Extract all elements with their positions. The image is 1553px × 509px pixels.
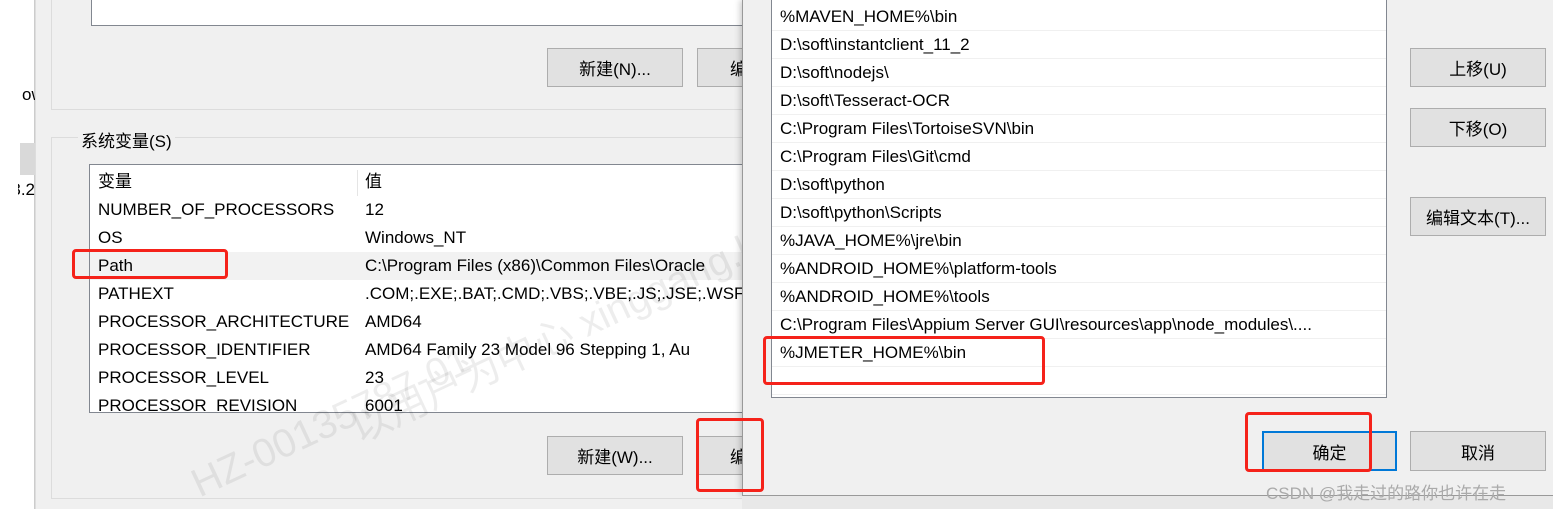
variable-value: Windows_NT xyxy=(365,228,467,247)
variable-name: PROCESSOR_REVISION xyxy=(98,396,298,413)
variable-name: PATHEXT xyxy=(98,284,174,303)
variable-name: OS xyxy=(98,228,123,247)
list-item[interactable]: %JAVA_HOME%\jre\bin xyxy=(772,227,1386,255)
list-item[interactable]: D:\soft\instantclient_11_2 xyxy=(772,31,1386,59)
variable-value: 12 xyxy=(365,200,384,219)
csdn-watermark: CSDN @我走过的路你也许在走 xyxy=(1266,484,1507,503)
system-variables-label: 系统变量(S) xyxy=(78,127,175,152)
list-item[interactable]: %ANDROID_HOME%\platform-tools xyxy=(772,255,1386,283)
list-item[interactable]: C:\Program Files\Appium Server GUI\resou… xyxy=(772,311,1386,339)
list-item[interactable]: %MAVEN_HOME%\bin xyxy=(772,3,1386,31)
edit-environment-variable-dialog: %MAVEN_HOME%\bin D:\soft\instantclient_1… xyxy=(742,0,1553,495)
edit-text-button[interactable]: 编辑文本(T)... xyxy=(1410,197,1546,236)
list-item[interactable]: C:\Program Files\TortoiseSVN\bin xyxy=(772,115,1386,143)
list-item-jmeter[interactable]: %JMETER_HOME%\bin xyxy=(772,339,1386,367)
move-down-button[interactable]: 下移(O) xyxy=(1410,108,1546,147)
table-header: 变量 值 xyxy=(90,168,748,196)
variable-name: Path xyxy=(98,256,133,275)
selected-item xyxy=(20,143,35,175)
truncated-text: 3.2 xyxy=(18,180,35,199)
table-row[interactable]: OS Windows_NT xyxy=(90,224,748,252)
column-divider[interactable] xyxy=(357,170,358,196)
list-item[interactable]: D:\soft\Tesseract-OCR xyxy=(772,87,1386,115)
variable-name: PROCESSOR_ARCHITECTURE xyxy=(98,312,350,331)
variable-value: AMD64 xyxy=(365,312,422,331)
background-window-strip: ow 3.2 xyxy=(0,0,44,509)
column-header-variable[interactable]: 变量 xyxy=(98,168,132,196)
column-header-value[interactable]: 值 xyxy=(365,168,382,196)
list-item[interactable]: D:\soft\python\Scripts xyxy=(772,199,1386,227)
list-item[interactable]: C:\Program Files\Git\cmd xyxy=(772,143,1386,171)
list-item-empty[interactable] xyxy=(772,367,1386,395)
variable-name: PROCESSOR_IDENTIFIER xyxy=(98,340,311,359)
cancel-button[interactable]: 取消 xyxy=(1410,431,1546,471)
variable-name: PROCESSOR_LEVEL xyxy=(98,368,270,387)
ok-button[interactable]: 确定 xyxy=(1262,431,1397,471)
user-new-button[interactable]: 新建(N)... xyxy=(547,48,683,87)
list-item[interactable]: D:\soft\nodejs\ xyxy=(772,59,1386,87)
system-new-button[interactable]: 新建(W)... xyxy=(547,436,683,475)
list-item[interactable]: %ANDROID_HOME%\tools xyxy=(772,283,1386,311)
move-up-button[interactable]: 上移(U) xyxy=(1410,48,1546,87)
list-item[interactable]: D:\soft\python xyxy=(772,171,1386,199)
variable-name: NUMBER_OF_PROCESSORS xyxy=(98,200,335,219)
path-entries-list[interactable]: %MAVEN_HOME%\bin D:\soft\instantclient_1… xyxy=(771,0,1387,398)
table-row[interactable]: NUMBER_OF_PROCESSORS 12 xyxy=(90,196,748,224)
